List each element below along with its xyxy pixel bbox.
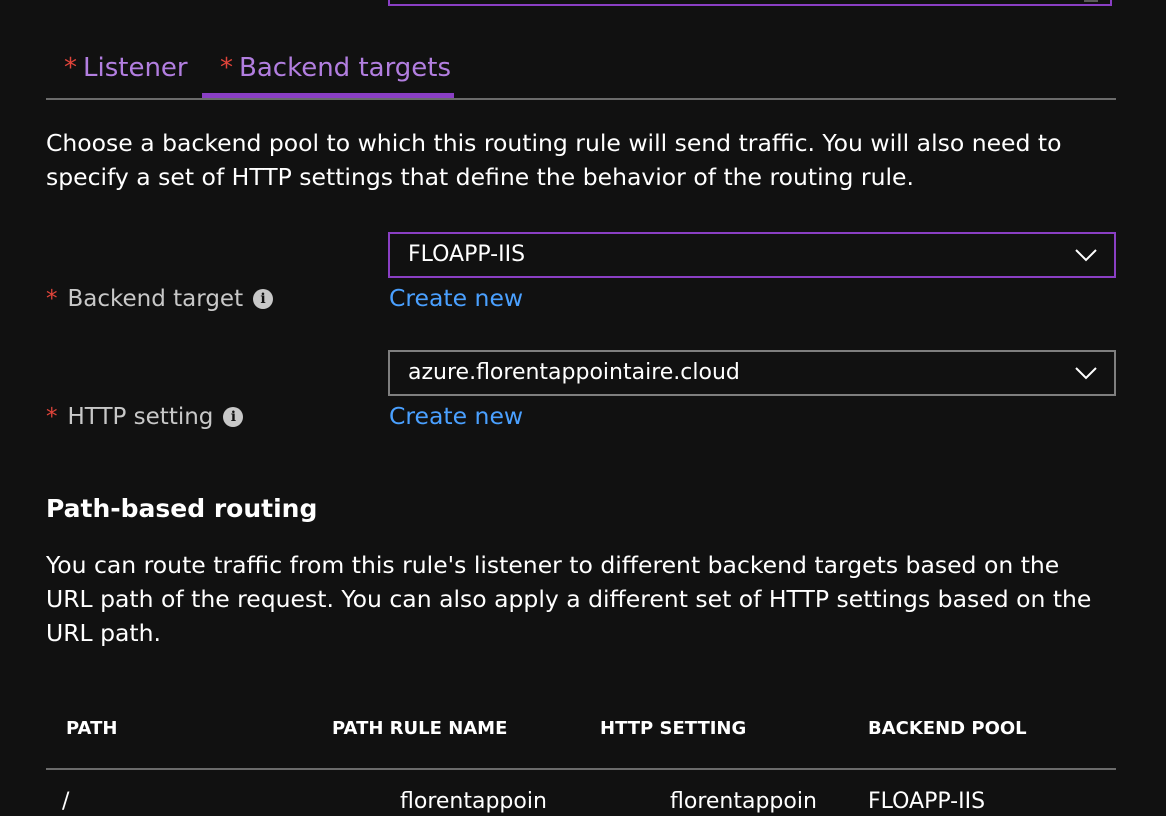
backend-target-value: FLOAPP-IIS [408,242,526,267]
backend-description: Choose a backend pool to which this rout… [46,129,1062,191]
top-input-field[interactable] [388,0,1112,6]
required-marker: * [46,286,58,312]
create-new-http-setting-link[interactable]: Create new [389,401,523,431]
path-routing-description: You can route traffic from this rule's l… [46,551,1092,647]
table-cell-path: / [62,789,70,814]
tab-label: Backend targets [239,53,452,83]
chevron-down-icon [1075,367,1097,380]
table-cell-http-setting: florentappoin [670,789,817,814]
tab-label: Listener [83,53,188,83]
column-header-path: PATH [66,718,118,739]
info-icon[interactable]: i [253,288,274,309]
table-cell-backend-pool: FLOAPP-IIS [868,789,986,814]
column-header-http-setting: HTTP SETTING [600,718,747,739]
tab-listener[interactable]: * Listener [64,52,188,98]
create-new-backend-link[interactable]: Create new [389,283,523,313]
column-header-backend-pool: BACKEND POOL [868,718,1027,739]
input-handle [1084,0,1098,2]
table-cell-path-rule-name: florentappoin [400,789,547,814]
http-setting-dropdown[interactable]: azure.florentappointaire.cloud [388,350,1116,396]
backend-target-label-text: Backend target [67,286,244,312]
backend-target-label: * Backend target i [46,284,274,314]
info-icon[interactable]: i [223,406,244,427]
backend-target-dropdown[interactable]: FLOAPP-IIS [388,232,1116,278]
required-marker: * [220,53,233,83]
table-divider [46,768,1116,770]
chevron-down-icon [1075,249,1097,262]
section-title: Path-based routing [46,494,318,523]
tab-backend-targets[interactable]: * Backend targets [220,52,451,98]
required-marker: * [46,404,58,430]
http-setting-value: azure.florentappointaire.cloud [408,360,740,385]
column-header-path-rule-name: PATH RULE NAME [332,718,508,739]
tabs-divider [46,98,1116,100]
http-setting-label-text: HTTP setting [67,404,214,430]
http-setting-label: * HTTP setting i [46,402,244,432]
required-marker: * [64,53,77,83]
